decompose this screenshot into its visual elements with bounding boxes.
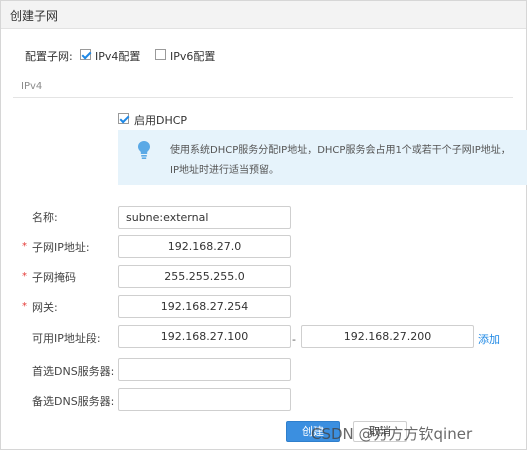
ip-range-start-input[interactable]: 192.168.27.100: [118, 325, 291, 348]
subnet-ip-label: 子网IP地址:: [32, 241, 90, 254]
dhcp-info-text: 使用系统DHCP服务分配IP地址，DHCP服务会占用1个或若干个子网IP地址， …: [170, 141, 527, 181]
required-mark: *: [22, 301, 27, 312]
watermark: CSDN @方方方钦qiner: [311, 425, 473, 443]
dns-secondary-input[interactable]: [118, 388, 291, 411]
dhcp-info-box: 使用系统DHCP服务分配IP地址，DHCP服务会占用1个或若干个子网IP地址， …: [118, 130, 527, 185]
subnet-mask-input[interactable]: 255.255.255.0: [118, 265, 291, 288]
section-divider: [13, 97, 513, 98]
section-title-ipv4: IPv4: [21, 81, 43, 92]
name-label: 名称:: [32, 211, 58, 224]
dns-secondary-label: 备选DNS服务器:: [32, 395, 115, 408]
dhcp-info-line-1: 使用系统DHCP服务分配IP地址，DHCP服务会占用1个或若干个子网IP地址，: [170, 145, 511, 156]
dns-primary-input[interactable]: [118, 358, 291, 381]
required-mark: *: [22, 271, 27, 282]
dhcp-label[interactable]: 启用DHCP: [134, 112, 187, 128]
gateway-label: 网关:: [32, 301, 58, 314]
subnet-mask-label: 子网掩码: [32, 271, 76, 284]
dns-primary-label: 首选DNS服务器:: [32, 365, 115, 378]
dhcp-checkbox[interactable]: [118, 113, 129, 124]
ipv6-label[interactable]: IPv6配置: [170, 48, 215, 64]
ipv4-checkbox[interactable]: [80, 49, 91, 60]
ip-range-end-input[interactable]: 192.168.27.200: [301, 325, 474, 348]
ipv4-label[interactable]: IPv4配置: [95, 48, 140, 64]
dhcp-info-line-2: IP地址时进行适当预留。: [170, 165, 279, 176]
name-input[interactable]: subne:external: [118, 206, 291, 229]
create-subnet-dialog: 创建子网 配置子网: IPv4配置 IPv6配置 IPv4 启用DHCP 使用系…: [0, 0, 527, 450]
subnet-ip-input[interactable]: 192.168.27.0: [118, 235, 291, 258]
ip-range-label: 可用IP地址段:: [32, 332, 101, 345]
add-ip-range-link[interactable]: 添加: [478, 331, 500, 347]
ipv6-checkbox[interactable]: [155, 49, 166, 60]
dialog-title: 创建子网: [10, 9, 59, 23]
ip-range-separator: -: [292, 333, 296, 346]
dialog-titlebar: 创建子网: [1, 1, 526, 29]
lightbulb-icon: [137, 140, 151, 163]
gateway-input[interactable]: 192.168.27.254: [118, 295, 291, 318]
subnet-config-label: 配置子网:: [25, 50, 73, 63]
required-mark: *: [22, 241, 27, 252]
